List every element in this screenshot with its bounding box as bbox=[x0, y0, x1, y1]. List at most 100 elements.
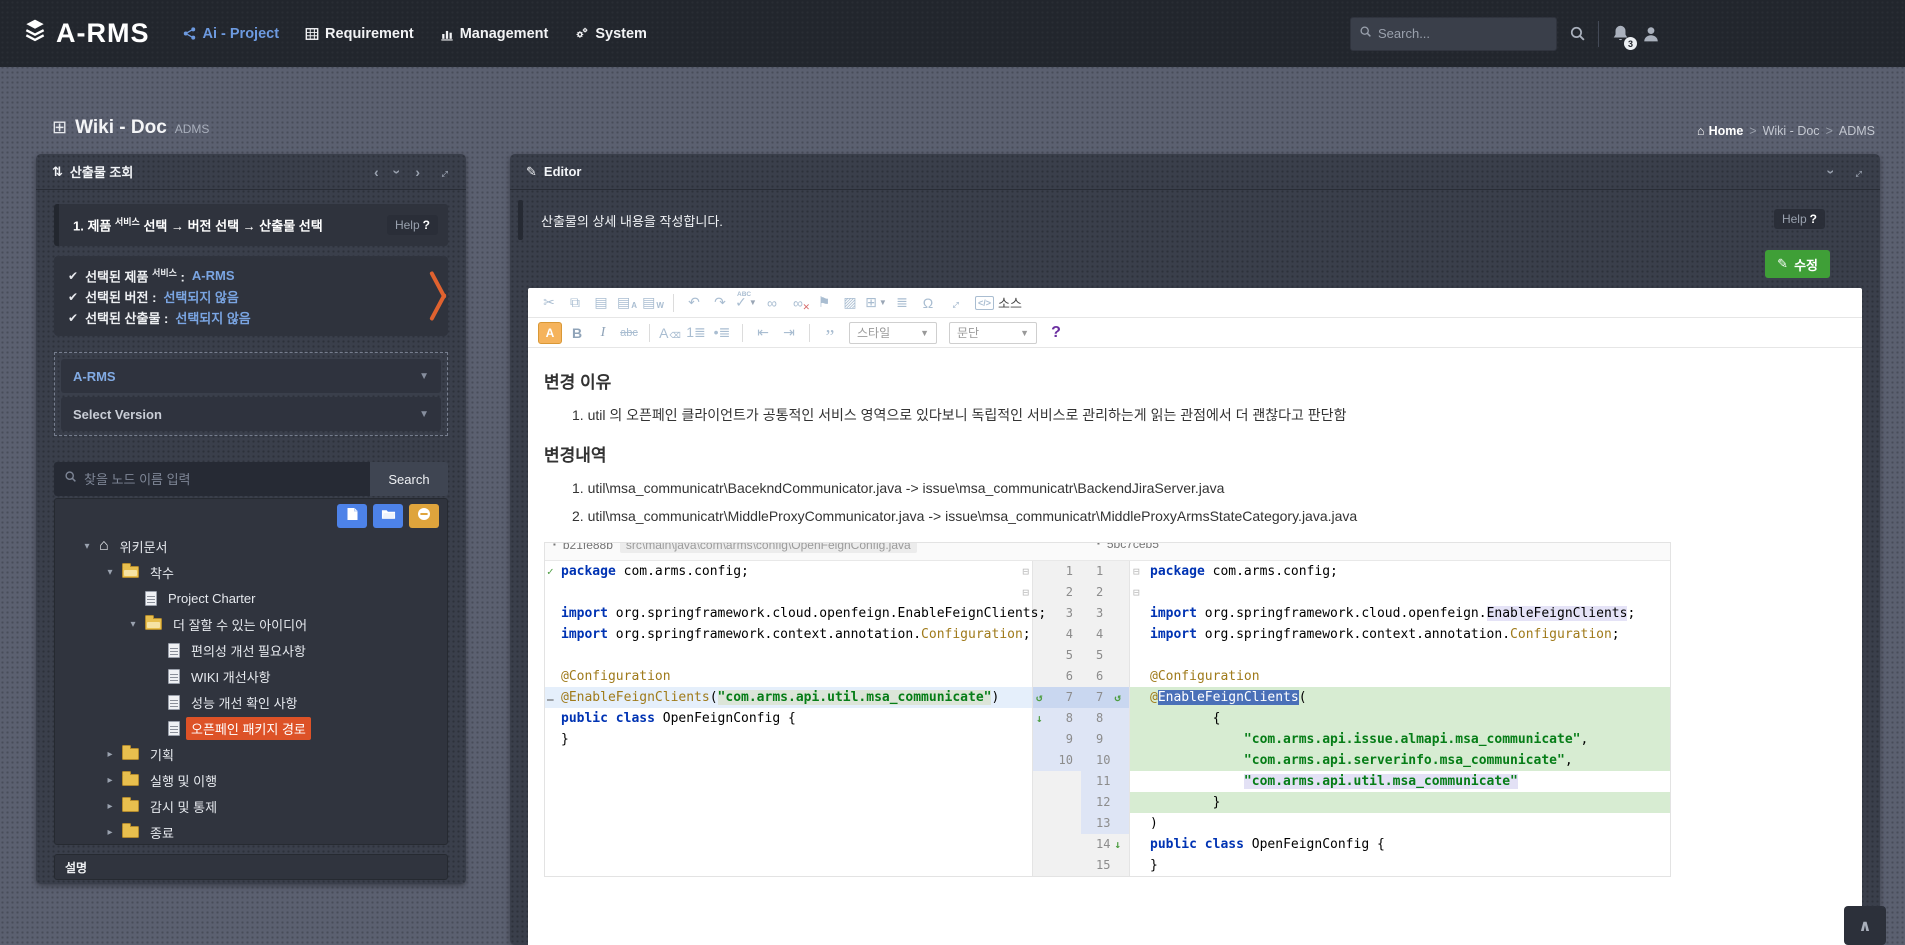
tree-item[interactable]: 편의성 개선 필요사항 bbox=[55, 637, 447, 663]
caret-collapsed-icon[interactable]: ▸ bbox=[104, 827, 116, 838]
line-number: 3 bbox=[1066, 606, 1073, 620]
remove-node-button[interactable] bbox=[409, 504, 439, 528]
tree-item[interactable]: 오픈페인 패키지 경로 bbox=[55, 715, 447, 741]
diff-left-line-4: import org.springframework.context.annot… bbox=[545, 624, 1032, 645]
file-icon: ▪ bbox=[1097, 543, 1100, 549]
spellcheck-icon[interactable]: ✓ABC▼ bbox=[735, 292, 757, 314]
annotate-icon[interactable]: ↓ bbox=[1114, 834, 1121, 855]
caret-expanded-icon[interactable]: ▾ bbox=[81, 541, 93, 552]
breadcrumb-item[interactable]: ADMS bbox=[1839, 124, 1875, 138]
about-icon[interactable]: ? bbox=[1045, 322, 1067, 344]
nav-item-system[interactable]: System bbox=[564, 18, 657, 50]
italic-icon[interactable]: I bbox=[592, 322, 614, 344]
remove-format-icon[interactable]: A⌫ bbox=[659, 322, 681, 344]
outdent-icon[interactable]: ⇤ bbox=[752, 322, 774, 344]
gutter-right-cell: 14↓ bbox=[1081, 834, 1129, 855]
image-icon[interactable]: ▨ bbox=[839, 292, 861, 314]
navbar-divider bbox=[1598, 21, 1599, 47]
ordered-list-icon[interactable]: 1≣ bbox=[685, 322, 707, 344]
new-document-button[interactable] bbox=[337, 504, 367, 528]
search-submit-icon[interactable] bbox=[1569, 25, 1586, 42]
nav-item-management[interactable]: Management bbox=[430, 18, 559, 50]
indent-icon[interactable]: ⇥ bbox=[778, 322, 800, 344]
apply-change-icon[interactable]: ↺ bbox=[1114, 687, 1121, 708]
expand-icon[interactable]: ↔ bbox=[1847, 162, 1867, 182]
annotate-icon[interactable]: ↓ bbox=[1036, 708, 1043, 729]
tree-item[interactable]: ▸종료 bbox=[55, 819, 447, 845]
logo[interactable]: A-RMS bbox=[22, 18, 150, 49]
text-color-icon[interactable]: A bbox=[538, 322, 562, 344]
special-char-icon[interactable]: Ω bbox=[917, 292, 939, 314]
chevron-down-icon[interactable]: › bbox=[390, 169, 404, 174]
node-search-input[interactable] bbox=[84, 472, 360, 487]
tree-item[interactable]: Project Charter bbox=[55, 585, 447, 611]
tree-item[interactable]: ▸기획 bbox=[55, 741, 447, 767]
tree-item[interactable]: WIKI 개선사항 bbox=[55, 663, 447, 689]
paragraph-dropdown[interactable]: 문단▼ bbox=[949, 322, 1037, 344]
sidebar-help-button[interactable]: Help? bbox=[387, 215, 438, 235]
product-select[interactable]: A-RMS ▼ bbox=[61, 359, 441, 393]
anchor-icon[interactable]: ⚑ bbox=[813, 292, 835, 314]
caret-expanded-icon[interactable]: ▾ bbox=[127, 619, 139, 630]
selected-value[interactable]: A-RMS bbox=[192, 268, 235, 283]
breadcrumb-item[interactable]: Wiki - Doc bbox=[1763, 124, 1820, 138]
gutter-left-cell: ↺7 bbox=[1033, 687, 1081, 708]
code-line: import org.springframework.cloud.openfei… bbox=[1150, 603, 1670, 624]
style-dropdown[interactable]: 스타일▼ bbox=[849, 322, 937, 344]
selected-value[interactable]: 선택되지 않음 bbox=[175, 308, 250, 327]
open-folder-button[interactable] bbox=[373, 504, 403, 528]
share-nodes-icon bbox=[182, 26, 197, 41]
selected-value[interactable]: 선택되지 않음 bbox=[163, 287, 238, 306]
chevron-down-icon[interactable]: › bbox=[1825, 169, 1839, 174]
blockquote-icon[interactable]: ” bbox=[819, 322, 841, 344]
tree-item[interactable]: ▾더 잘할 수 있는 아이디어 bbox=[55, 611, 447, 637]
tree-item[interactable]: ▸실행 및 이행 bbox=[55, 767, 447, 793]
tree-item[interactable]: 성능 개선 확인 사항 bbox=[55, 689, 447, 715]
strikethrough-icon[interactable]: abc bbox=[618, 322, 640, 344]
undo-icon[interactable]: ↶ bbox=[683, 292, 705, 314]
maximize-icon[interactable]: ↔ bbox=[943, 292, 965, 314]
horizontal-rule-icon[interactable]: ≣ bbox=[891, 292, 913, 314]
expand-icon[interactable]: ↔ bbox=[433, 162, 453, 182]
diff-right-line-6: @Configuration bbox=[1130, 666, 1670, 687]
paste-word-icon[interactable]: ▤W bbox=[642, 292, 664, 314]
cut-icon[interactable]: ✂ bbox=[538, 292, 560, 314]
tree-item[interactable]: ▾⌂위키문서 bbox=[55, 533, 447, 559]
line-number: 1 bbox=[1066, 564, 1073, 578]
nav-item-ai-project[interactable]: Ai - Project bbox=[172, 18, 290, 50]
unordered-list-icon[interactable]: •≣ bbox=[711, 322, 733, 344]
version-select[interactable]: Select Version ▼ bbox=[61, 397, 441, 431]
copy-icon[interactable]: ⧉ bbox=[564, 292, 586, 314]
edit-button[interactable]: ✎ 수정 bbox=[1765, 250, 1830, 278]
breadcrumb-home[interactable]: ⌂Home bbox=[1697, 124, 1743, 138]
navbar-search-input[interactable] bbox=[1378, 26, 1548, 41]
collapse-right-icon[interactable]: › bbox=[415, 165, 420, 179]
notifications-icon[interactable]: 3 bbox=[1611, 24, 1630, 43]
source-icon[interactable]: </>소스 bbox=[975, 293, 1022, 312]
caret-expanded-icon[interactable]: ▾ bbox=[104, 567, 116, 578]
scroll-to-top-button[interactable]: ∧ bbox=[1844, 906, 1886, 945]
bold-icon[interactable]: B bbox=[566, 322, 588, 344]
editor-help-button[interactable]: Help? bbox=[1774, 209, 1825, 229]
search-icon bbox=[64, 470, 77, 488]
gutter-right-cell: 15 bbox=[1081, 855, 1129, 876]
redo-icon[interactable]: ↷ bbox=[709, 292, 731, 314]
modified-check-icon: ✓ bbox=[547, 561, 554, 582]
paste-icon[interactable]: ▤ bbox=[590, 292, 612, 314]
nav-item-requirement[interactable]: Requirement bbox=[295, 18, 424, 50]
apply-change-icon[interactable]: ↺ bbox=[1036, 687, 1043, 708]
tree-item[interactable]: ▾착수 bbox=[55, 559, 447, 585]
caret-collapsed-icon[interactable]: ▸ bbox=[104, 749, 116, 760]
collapse-left-icon[interactable]: ‹ bbox=[374, 165, 379, 179]
diff-left-line-8: public class OpenFeignConfig { bbox=[545, 708, 1032, 729]
caret-collapsed-icon[interactable]: ▸ bbox=[104, 775, 116, 786]
table-icon[interactable]: ⊞▼ bbox=[865, 292, 887, 314]
user-icon[interactable] bbox=[1642, 25, 1660, 43]
unlink-icon[interactable]: ∞✕ bbox=[787, 292, 809, 314]
tree-item[interactable]: ▸감시 및 통제 bbox=[55, 793, 447, 819]
caret-collapsed-icon[interactable]: ▸ bbox=[104, 801, 116, 812]
code-line: } bbox=[1150, 855, 1670, 876]
link-icon[interactable]: ∞ bbox=[761, 292, 783, 314]
node-search-button[interactable]: Search bbox=[370, 462, 448, 496]
paste-plaintext-icon[interactable]: ▤A bbox=[616, 292, 638, 314]
